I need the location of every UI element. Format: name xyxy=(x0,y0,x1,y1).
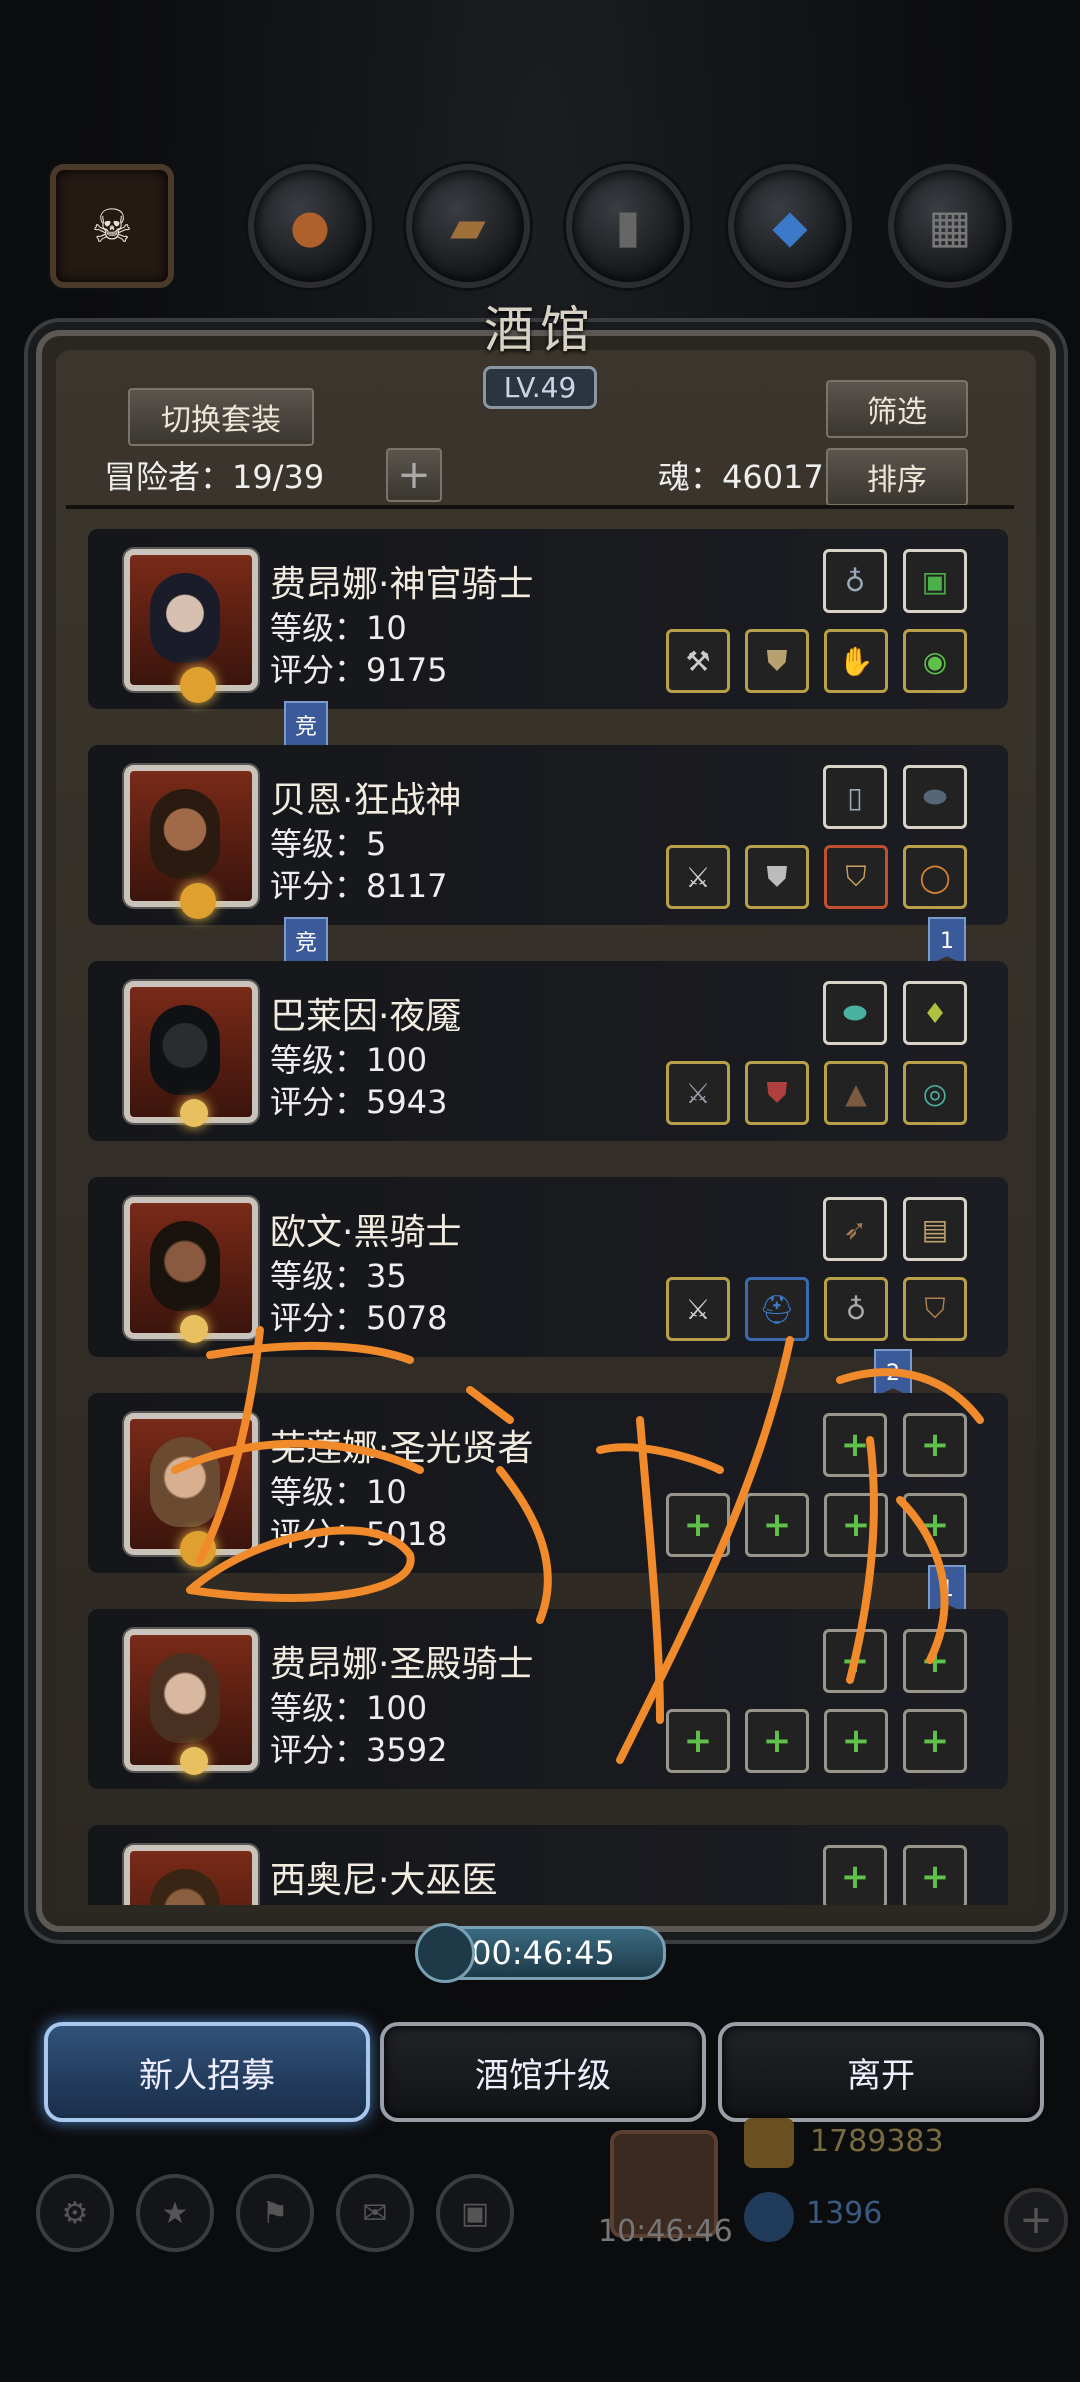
refresh-timer: 00:46:45 xyxy=(415,1923,666,1983)
gold-amount: 1789383 xyxy=(810,2124,944,2159)
gold-icon xyxy=(744,2118,794,2168)
timer-text: 00:46:45 xyxy=(471,1934,615,1972)
upgrade-tavern-button[interactable]: 酒馆升级 xyxy=(380,2022,706,2122)
add-currency-icon[interactable]: + xyxy=(1004,2188,1068,2252)
settings-icon[interactable]: ⚙ xyxy=(36,2174,114,2252)
clock-icon xyxy=(415,1923,475,1983)
gem-amount: 1396 xyxy=(806,2196,883,2231)
dock-clock: 10:46:46 xyxy=(598,2214,733,2249)
gem-currency-icon xyxy=(744,2192,794,2242)
recruit-button[interactable]: 新人招募 xyxy=(44,2022,370,2122)
box-icon[interactable]: ▣ xyxy=(436,2174,514,2252)
leave-button[interactable]: 离开 xyxy=(718,2022,1044,2122)
achievement-icon[interactable]: ★ xyxy=(136,2174,214,2252)
mail-icon[interactable]: ✉ xyxy=(336,2174,414,2252)
guild-icon[interactable]: ⚑ xyxy=(236,2174,314,2252)
